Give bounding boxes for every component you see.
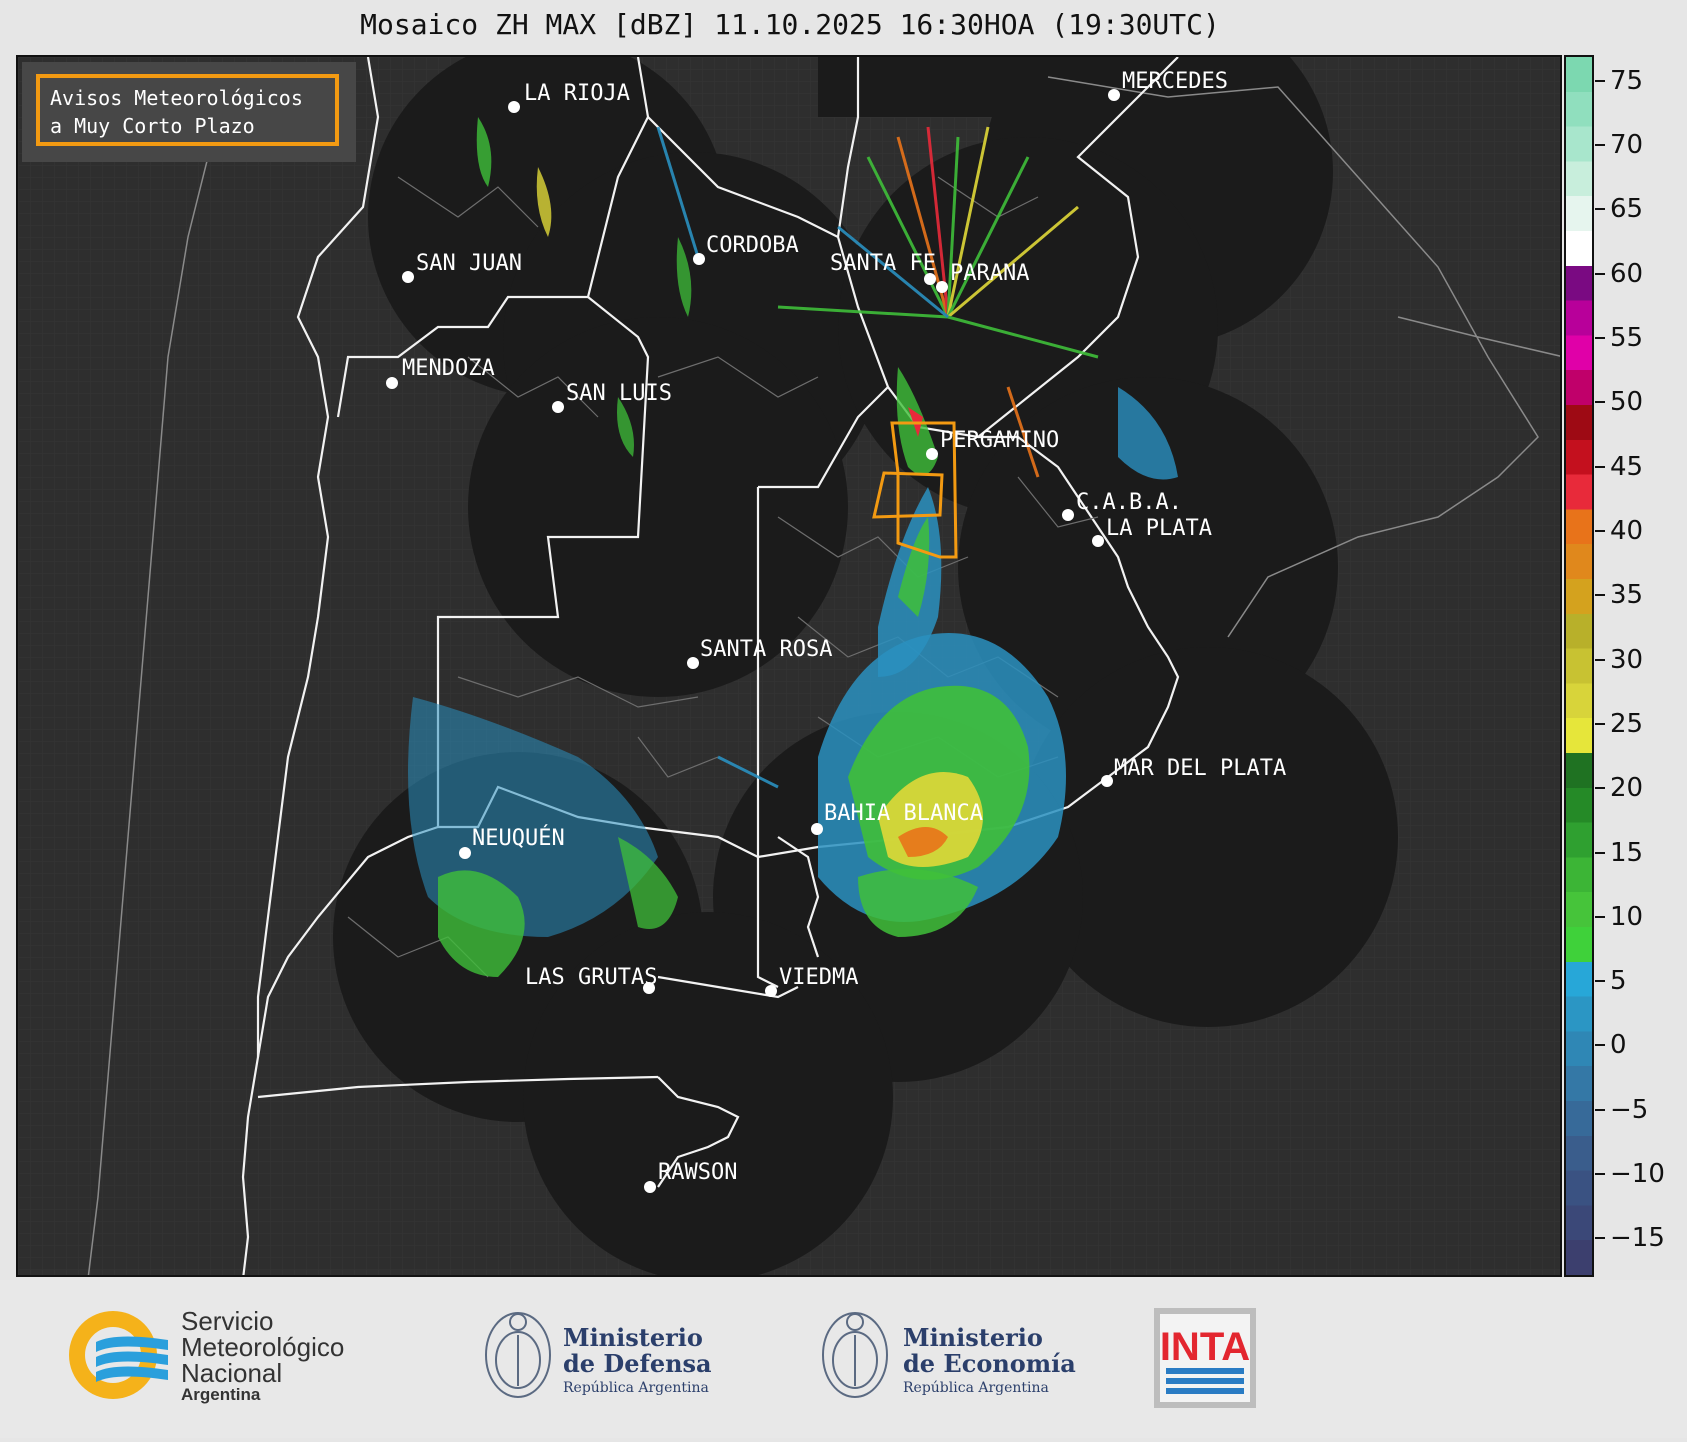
colorbar-tick (1595, 1108, 1605, 1111)
colorbar-tick (1595, 401, 1605, 404)
colorbar-tick-label: 35 (1610, 580, 1644, 611)
svg-text:NEUQUÉN: NEUQUÉN (472, 825, 565, 851)
radar-map[interactable]: LA RIOJA MERCEDES SAN JUAN CORDOBA SANTA… (16, 55, 1562, 1277)
svg-text:SAN LUIS: SAN LUIS (566, 381, 672, 406)
colorbar-tick (1595, 272, 1605, 275)
colorbar-tick-label: 10 (1610, 901, 1644, 932)
svg-text:LA RIOJA: LA RIOJA (524, 81, 630, 106)
smn-country: Argentina (181, 1385, 261, 1404)
svg-text:PERGAMINO: PERGAMINO (940, 428, 1059, 453)
smn-name-line3: Nacional (181, 1358, 282, 1388)
colorbar-tick (1595, 658, 1605, 661)
colorbar-tick-label: −5 (1610, 1094, 1649, 1125)
svg-text:MENDOZA: MENDOZA (402, 356, 495, 381)
colorbar-tick-label: 50 (1610, 387, 1644, 418)
colorbar-tick (1595, 722, 1605, 725)
warning-legend-line2: a Muy Corto Plazo (50, 114, 255, 138)
colorbar-tick (1595, 1173, 1605, 1176)
colorbar-tick (1595, 1044, 1605, 1047)
colorbar-tick (1595, 79, 1605, 82)
colorbar-tick (1595, 336, 1605, 339)
colorbar-tick-label: 60 (1610, 258, 1644, 289)
colorbar-tick (1595, 1237, 1605, 1240)
inta-logo-icon: INTA (1154, 1308, 1256, 1408)
colorbar-tick-label: 65 (1610, 194, 1644, 225)
defensa-line3: República Argentina (563, 1380, 709, 1396)
colorbar-tick-label: 75 (1610, 65, 1644, 96)
colorbar-tick (1595, 980, 1605, 983)
defensa-line1: Ministerio (563, 1323, 703, 1352)
svg-text:SANTA ROSA: SANTA ROSA (700, 637, 832, 662)
warning-legend-line1: Avisos Meteorológicos (50, 86, 303, 110)
colorbar-tick-label: 55 (1610, 322, 1644, 353)
colorbar-tick (1595, 465, 1605, 468)
economia-line3: República Argentina (903, 1380, 1049, 1396)
colorbar-tick-label: 40 (1610, 515, 1644, 546)
economia-line1: Ministerio (903, 1323, 1043, 1352)
svg-text:VIEDMA: VIEDMA (779, 965, 858, 990)
svg-text:MAR DEL PLATA: MAR DEL PLATA (1114, 756, 1286, 781)
colorbar-tick (1595, 915, 1605, 918)
economia-line2: de Economía (903, 1349, 1076, 1378)
colorbar-tick-label: −15 (1610, 1223, 1665, 1254)
map-title: Mosaico ZH MAX [dBZ] 11.10.2025 16:30HOA… (360, 8, 1220, 41)
colorbar-tick-label: −10 (1610, 1159, 1665, 1190)
svg-text:RAWSON: RAWSON (658, 1160, 737, 1185)
colorbar-tick (1595, 208, 1605, 211)
colorbar-tick (1595, 529, 1605, 532)
warning-legend-label: Avisos Meteorológicos a Muy Corto Plazo (36, 74, 339, 146)
smn-logo-icon (69, 1311, 168, 1399)
svg-text:BAHIA BLANCA: BAHIA BLANCA (824, 801, 983, 826)
inta-text: INTA (1160, 1325, 1250, 1369)
svg-text:C.A.B.A.: C.A.B.A. (1076, 490, 1182, 515)
colorbar-tick-label: 20 (1610, 773, 1644, 804)
colorbar-tick (1595, 851, 1605, 854)
argentina-coat-of-arms-icon (485, 1312, 551, 1398)
colorbar-tick-label: 0 (1610, 1030, 1627, 1061)
city-las-grutas: LAS GRUTAS (525, 965, 657, 994)
svg-text:SANTA FE: SANTA FE (830, 251, 936, 276)
svg-text:LA PLATA: LA PLATA (1106, 516, 1212, 541)
colorbar-tick (1595, 594, 1605, 597)
colorbar-tick (1595, 144, 1605, 147)
colorbar-tick-label: 5 (1610, 966, 1627, 997)
radar-map-canvas: LA RIOJA MERCEDES SAN JUAN CORDOBA SANTA… (18, 57, 1560, 1275)
footer-logos: Servicio Meteorológico Nacional Argentin… (0, 1280, 1687, 1438)
svg-text:MERCEDES: MERCEDES (1122, 69, 1228, 94)
svg-text:LAS GRUTAS: LAS GRUTAS (525, 965, 657, 990)
svg-text:CORDOBA: CORDOBA (706, 233, 799, 258)
colorbar-tick-label: 30 (1610, 644, 1644, 675)
svg-text:PARANA: PARANA (950, 261, 1029, 286)
colorbar-tick-label: 45 (1610, 451, 1644, 482)
colorbar-tick (1595, 787, 1605, 790)
colorbar-tick-label: 25 (1610, 708, 1644, 739)
colorbar-tick-label: 15 (1610, 837, 1644, 868)
argentina-coat-of-arms-icon (822, 1312, 888, 1398)
colorbar-tick-label: 70 (1610, 130, 1644, 161)
reflectivity-colorbar (1564, 55, 1594, 1277)
svg-text:SAN JUAN: SAN JUAN (416, 251, 522, 276)
footer-logo-canvas: Servicio Meteorológico Nacional Argentin… (69, 1306, 1256, 1408)
defensa-line2: de Defensa (563, 1349, 712, 1378)
